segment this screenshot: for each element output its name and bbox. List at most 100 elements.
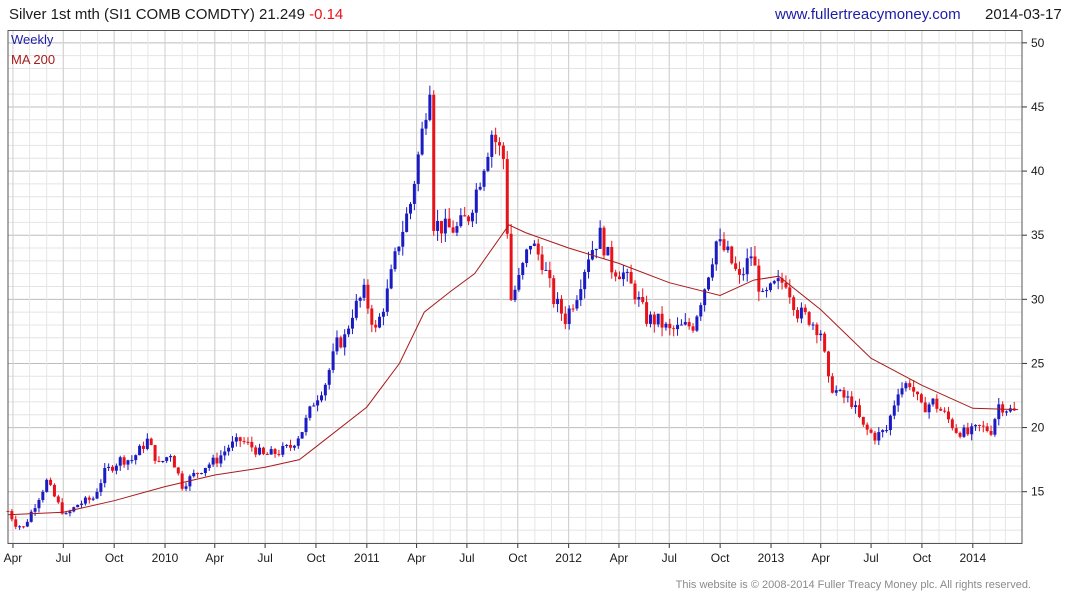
candle-up bbox=[300, 432, 304, 439]
x-tick-label: Apr bbox=[407, 551, 426, 565]
candle-up bbox=[37, 500, 41, 509]
candle-up bbox=[745, 258, 749, 275]
website-link[interactable]: www.fullertreacymoney.com bbox=[775, 6, 961, 23]
x-tick-label: Jul bbox=[257, 551, 272, 565]
x-tick-label: Jul bbox=[56, 551, 71, 565]
candle-down bbox=[826, 351, 830, 377]
candle-up bbox=[819, 333, 823, 336]
candle-down bbox=[985, 426, 989, 432]
candle-up bbox=[478, 186, 482, 190]
candle-up bbox=[598, 227, 602, 249]
candle-up bbox=[416, 154, 420, 184]
candle-up bbox=[389, 269, 393, 289]
candle-up bbox=[761, 290, 765, 292]
candle-up bbox=[203, 467, 207, 474]
candle-up bbox=[834, 390, 838, 393]
candle-down bbox=[157, 460, 161, 462]
candle-up bbox=[594, 248, 598, 251]
candle-up bbox=[927, 404, 931, 413]
chart-title: Silver 1st mth (SI1 COMB COMDTY) 21.249 … bbox=[9, 6, 343, 23]
candle-down bbox=[815, 324, 819, 336]
chart-date: 2014-03-17 bbox=[985, 6, 1062, 23]
candle-down bbox=[737, 268, 741, 275]
candle-down bbox=[122, 457, 126, 465]
candle-up bbox=[83, 497, 87, 504]
candle-down bbox=[935, 398, 939, 409]
candle-up bbox=[296, 438, 300, 446]
candle-down bbox=[536, 243, 540, 255]
candle-up bbox=[18, 526, 22, 528]
y-tick-label: 30 bbox=[1031, 292, 1045, 306]
candle-down bbox=[176, 467, 180, 474]
candle-up bbox=[362, 284, 366, 298]
candle-up bbox=[521, 262, 525, 275]
candle-up bbox=[385, 288, 389, 312]
candle-down bbox=[923, 402, 927, 413]
candle-down bbox=[273, 449, 277, 455]
candle-up bbox=[838, 390, 842, 392]
candle-up bbox=[726, 246, 730, 251]
candle-up bbox=[420, 128, 424, 155]
candle-down bbox=[87, 497, 91, 500]
candle-down bbox=[49, 479, 53, 485]
candle-up bbox=[443, 218, 447, 234]
candle-up bbox=[347, 328, 351, 335]
candle-down bbox=[966, 427, 970, 435]
copyright-footer: This website is © 2008-2014 Fuller Treac… bbox=[675, 579, 1031, 591]
candle-down bbox=[552, 278, 556, 305]
candle-up bbox=[892, 405, 896, 416]
candle-up bbox=[846, 396, 850, 398]
candle-up bbox=[772, 281, 776, 284]
candle-up bbox=[648, 314, 652, 324]
candle-up bbox=[525, 249, 529, 263]
candle-up bbox=[997, 404, 1001, 420]
candle-down bbox=[617, 276, 621, 280]
candle-up bbox=[397, 246, 401, 252]
candle-up bbox=[1005, 411, 1009, 413]
x-tick-label: Oct bbox=[711, 551, 730, 565]
candle-up bbox=[354, 300, 358, 318]
candle-down bbox=[14, 519, 18, 527]
candle-down bbox=[842, 390, 846, 398]
candle-down bbox=[439, 220, 443, 234]
candle-down bbox=[467, 216, 471, 222]
candle-up bbox=[528, 245, 532, 250]
candle-down bbox=[602, 227, 606, 256]
candle-up bbox=[207, 464, 211, 468]
candle-up bbox=[223, 451, 227, 456]
candle-up bbox=[211, 457, 215, 465]
candle-up bbox=[587, 259, 591, 272]
candle-up bbox=[904, 383, 908, 389]
candle-up bbox=[517, 274, 521, 290]
candle-down bbox=[981, 425, 985, 427]
x-tick-label: 2013 bbox=[758, 551, 785, 565]
candle-up bbox=[683, 322, 687, 325]
ma-200-line bbox=[7, 224, 1019, 516]
candle-up bbox=[312, 405, 316, 407]
candlestick-chart: 15 20 25 30 35 40 45 50 Apr Jul Oct 2010 Apr Jul Oct 2… bbox=[4, 30, 1045, 565]
candle-down bbox=[873, 432, 877, 441]
candle-up bbox=[625, 271, 629, 273]
x-tick-label: Oct bbox=[307, 551, 326, 565]
candle-up bbox=[331, 351, 335, 370]
candle-up bbox=[799, 307, 803, 319]
candle-up bbox=[993, 419, 997, 435]
candle-up bbox=[68, 511, 72, 514]
candle-up bbox=[169, 456, 173, 458]
candle-up bbox=[323, 384, 327, 396]
candle-down bbox=[784, 282, 788, 288]
candle-up bbox=[718, 239, 722, 242]
candle-up bbox=[95, 491, 99, 499]
candle-up bbox=[405, 213, 409, 232]
candle-up bbox=[974, 424, 978, 427]
candle-up bbox=[877, 432, 881, 441]
candle-up bbox=[130, 460, 134, 462]
candle-up bbox=[335, 337, 339, 352]
candle-up bbox=[970, 426, 974, 435]
candle-down bbox=[463, 215, 467, 217]
candle-down bbox=[571, 308, 575, 310]
candle-down bbox=[196, 472, 200, 474]
x-tick-label: Jul bbox=[662, 551, 677, 565]
candle-up bbox=[25, 521, 29, 527]
candle-up bbox=[699, 305, 703, 317]
